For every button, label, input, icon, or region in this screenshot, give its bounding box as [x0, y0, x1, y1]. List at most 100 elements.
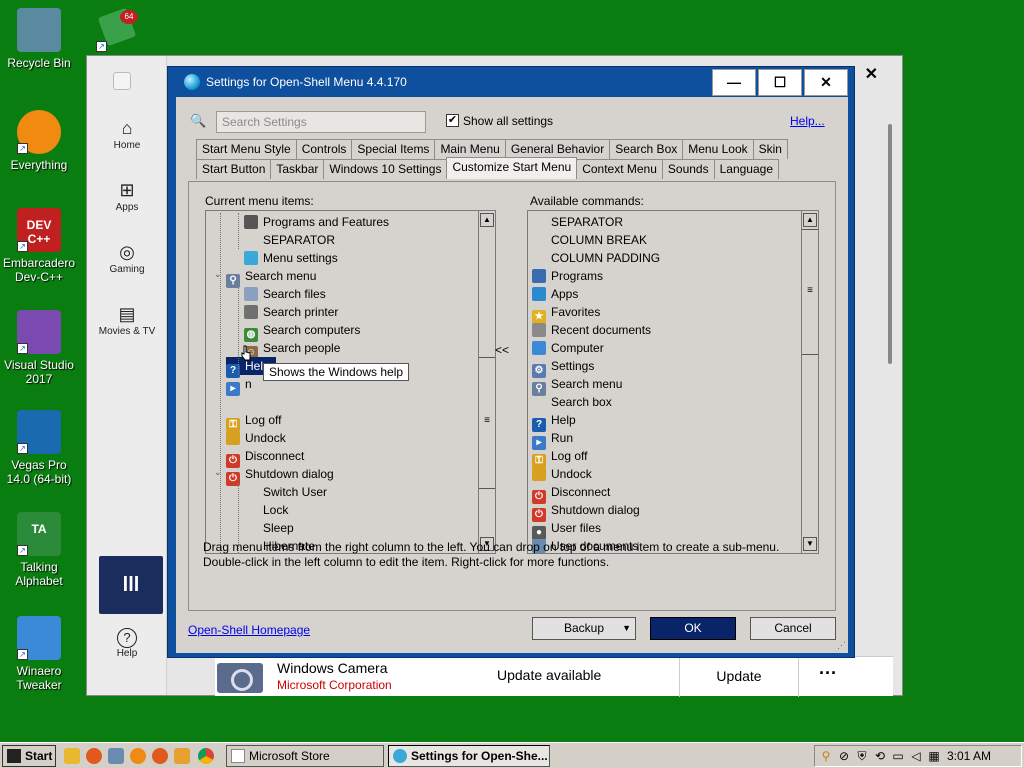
menu-item-row[interactable]: Sleep	[244, 519, 294, 537]
desktop-shortcut[interactable]: ↗ Winaero Tweaker	[0, 616, 78, 692]
keyboard-icon[interactable]	[108, 748, 124, 764]
tab-search-box[interactable]: Search Box	[609, 139, 684, 159]
menu-item-row[interactable]: Switch User	[244, 483, 327, 501]
clock[interactable]: 3:01 AM	[947, 749, 991, 763]
menu-item-row[interactable]: ☺ Search people	[244, 339, 340, 360]
desktop-shortcut[interactable]: DEV C++ ↗ Embarcadero Dev-C++	[0, 208, 78, 284]
menu-item-row[interactable]: ◍ Search computers	[244, 321, 360, 342]
tab-main-menu[interactable]: Main Menu	[434, 139, 506, 159]
computer-icon[interactable]: ▭	[891, 749, 905, 763]
command-row[interactable]: ★ Favorites	[532, 303, 600, 324]
menu-item-row[interactable]: ⚲ Search menu	[226, 267, 316, 288]
tab-menu-look[interactable]: Menu Look	[682, 139, 754, 159]
firefox-alt-icon[interactable]	[152, 748, 168, 764]
command-row[interactable]: Apps	[532, 285, 578, 303]
help-link[interactable]: Help...	[790, 114, 825, 128]
desktop-shortcut[interactable]: Recycle Bin	[0, 8, 78, 70]
current-menu-items-list[interactable]: ▲ ≡ ▼ Programs and Features SEPARATOR Menu…	[205, 210, 496, 554]
tab-special-items[interactable]: Special Items	[351, 139, 436, 159]
update-button[interactable]: Update	[679, 657, 799, 697]
chrome-icon[interactable]	[198, 748, 214, 764]
tab-windows-10-settings[interactable]: Windows 10 Settings	[323, 159, 448, 179]
store-nav-gamepad[interactable]: ◎ Gaming	[87, 240, 167, 275]
show-all-settings-checkbox[interactable]: ✔	[446, 114, 459, 127]
tab-skin[interactable]: Skin	[752, 139, 788, 159]
menu-item-row[interactable]: Search printer	[244, 303, 338, 321]
firefox-icon[interactable]	[86, 748, 102, 764]
command-row[interactable]: Recent documents	[532, 321, 651, 339]
tab-language[interactable]: Language	[713, 159, 779, 179]
menu-item-row[interactable]: Undock	[226, 429, 286, 447]
scroll-up-button[interactable]: ▲	[803, 213, 817, 227]
store-nav-film[interactable]: ▤ Movies & TV	[87, 302, 167, 337]
scroll-up-button[interactable]: ▲	[480, 213, 494, 227]
store-nav-apps[interactable]: ⊞ Apps	[87, 178, 167, 213]
start-button[interactable]: Start	[2, 745, 56, 767]
store-nav-home[interactable]: ⌂ Home	[87, 116, 167, 151]
command-row[interactable]: Search box	[532, 393, 612, 411]
store-nav-help[interactable]: ? Help	[87, 628, 167, 659]
menu-item-row[interactable]: SEPARATOR	[244, 231, 335, 249]
cancel-button[interactable]: Cancel	[750, 617, 836, 640]
minimize-button[interactable]: —	[712, 69, 756, 96]
move-left-button[interactable]: <<	[495, 343, 509, 357]
close-button[interactable]: ✕	[804, 69, 848, 96]
tab-general-behavior[interactable]: General Behavior	[504, 139, 611, 159]
desktop-shortcut[interactable]: ↗ Vegas Pro 14.0 (64-bit)	[0, 410, 78, 486]
tab-start-menu-style[interactable]: Start Menu Style	[196, 139, 297, 159]
store-scrollbar[interactable]	[888, 124, 892, 364]
tab-controls[interactable]: Controls	[295, 139, 353, 159]
backup-button[interactable]: Backup ▼	[532, 617, 636, 640]
keyboard-icon[interactable]: ▦	[927, 749, 941, 763]
everything-icon[interactable]	[130, 748, 146, 764]
scroll-down-button[interactable]: ▼	[803, 537, 817, 551]
command-row[interactable]: Undock	[532, 465, 592, 483]
folder-icon[interactable]	[64, 748, 80, 764]
ok-button[interactable]: OK	[650, 617, 736, 640]
menu-item-row[interactable]: ⚿ Log off	[226, 411, 281, 432]
tab-start-button[interactable]: Start Button	[196, 159, 272, 179]
command-row[interactable]: ⚙ Settings	[532, 357, 594, 378]
command-row[interactable]: ⏻ Shutdown dialog	[532, 501, 640, 522]
left-scrollbar[interactable]: ▲ ≡ ▼	[478, 211, 495, 553]
command-row[interactable]: SEPARATOR	[532, 213, 623, 231]
desktop-shortcut[interactable]: TA ↗ Talking Alphabet	[0, 512, 78, 588]
more-options-button[interactable]: ···	[819, 663, 837, 684]
desktop-shortcut[interactable]: ↗ Visual Studio 2017	[0, 310, 78, 386]
network-icon[interactable]: ⊘	[837, 749, 851, 763]
right-scrollbar[interactable]: ▲ ≡ ▼	[801, 211, 818, 553]
command-row[interactable]: COLUMN BREAK	[532, 231, 647, 249]
store-library-button[interactable]: lll	[99, 556, 163, 614]
search-tray-icon[interactable]: ⚲	[819, 749, 833, 763]
available-commands-list[interactable]: ▲ ≡ ▼ SEPARATOR COLUMN BREAK COLUMN PADDIN…	[527, 210, 819, 554]
explorer-icon[interactable]	[174, 748, 190, 764]
command-row[interactable]: ● User files	[532, 519, 601, 540]
title-bar[interactable]: Settings for Open-Shell Menu 4.4.170 — ☐…	[168, 67, 854, 97]
taskbar-settings[interactable]: Settings for Open-She...	[388, 745, 550, 767]
command-row[interactable]: ⏻ Disconnect	[532, 483, 610, 504]
menu-item-row[interactable]: Programs and Features	[244, 213, 389, 231]
store-close-button[interactable]: ✕	[865, 64, 878, 84]
tab-customize-start-menu[interactable]: Customize Start Menu	[446, 157, 578, 179]
maximize-button[interactable]: ☐	[758, 69, 802, 96]
command-row[interactable]: Programs	[532, 267, 603, 285]
command-row[interactable]: ⚿ Log off	[532, 447, 587, 468]
command-row[interactable]: Computer	[532, 339, 604, 357]
command-row[interactable]: ? Help	[532, 411, 576, 432]
sync-icon[interactable]: ⟲	[873, 749, 887, 763]
open-shell-homepage-link[interactable]: Open-Shell Homepage	[188, 623, 310, 637]
tab-context-menu[interactable]: Context Menu	[576, 159, 663, 179]
search-settings-input[interactable]: Search Settings	[216, 111, 426, 133]
taskbar-store[interactable]: Microsoft Store	[226, 745, 384, 767]
tab-sounds[interactable]: Sounds	[661, 159, 715, 179]
menu-item-row[interactable]: Menu settings	[244, 249, 338, 267]
menu-item-row[interactable]: ⏻ Shutdown dialog	[226, 465, 334, 486]
menu-item-row[interactable]: Search files	[244, 285, 326, 303]
shield-icon[interactable]: ⛨	[855, 749, 869, 763]
menu-item-row[interactable]: ⏻ Disconnect	[226, 447, 304, 468]
tab-taskbar[interactable]: Taskbar	[270, 159, 325, 179]
menu-item-row[interactable]: Lock	[244, 501, 288, 519]
volume-icon[interactable]: ◁	[909, 749, 923, 763]
desktop-shortcut[interactable]: ↗ Everything	[0, 110, 78, 172]
app-publisher[interactable]: Microsoft Corporation	[277, 678, 392, 692]
